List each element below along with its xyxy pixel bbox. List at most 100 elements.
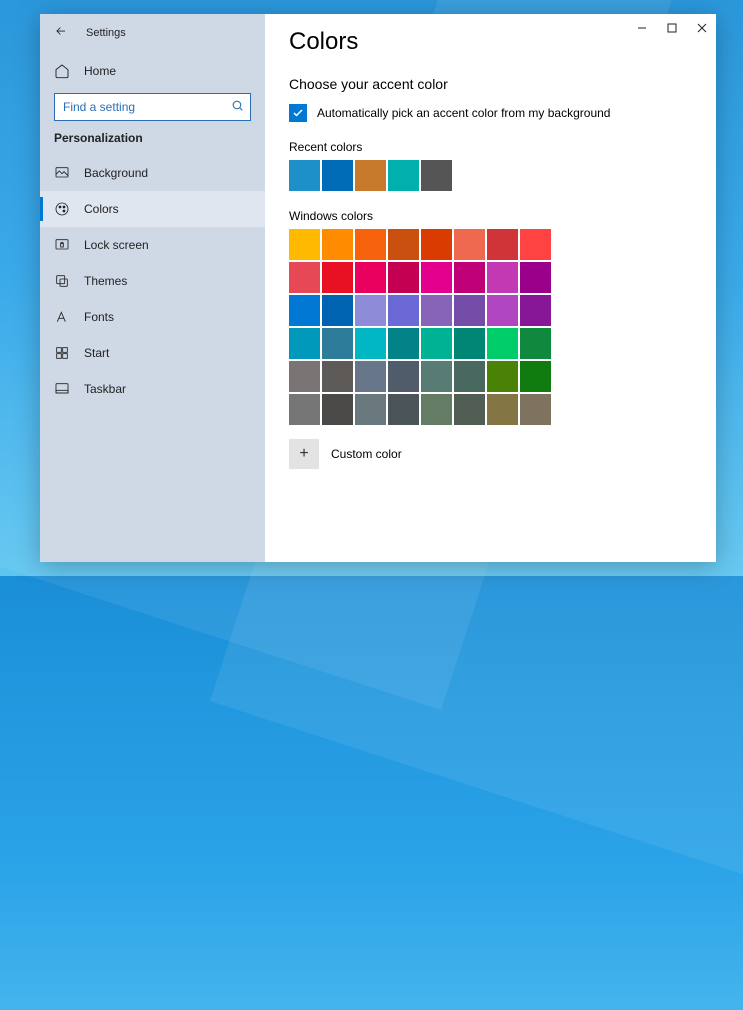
- taskbar-icon: [54, 381, 70, 397]
- color-swatch[interactable]: [520, 394, 551, 425]
- color-swatch[interactable]: [487, 295, 518, 326]
- custom-color-button[interactable]: +: [289, 439, 319, 469]
- color-swatch[interactable]: [388, 394, 419, 425]
- windows-colors-grid: [289, 229, 559, 425]
- color-swatch[interactable]: [520, 361, 551, 392]
- color-swatch[interactable]: [289, 361, 320, 392]
- color-swatch[interactable]: [454, 262, 485, 293]
- color-swatch[interactable]: [454, 361, 485, 392]
- color-swatch[interactable]: [421, 262, 452, 293]
- color-swatch[interactable]: [355, 394, 386, 425]
- color-swatch[interactable]: [388, 295, 419, 326]
- color-swatch[interactable]: [388, 229, 419, 260]
- color-swatch[interactable]: [322, 328, 353, 359]
- themes-icon: [54, 273, 70, 289]
- sidebar-item-label: Start: [84, 346, 109, 360]
- sidebar: Settings Home Personalization Background…: [40, 14, 265, 562]
- windows-colors-label: Windows colors: [289, 209, 696, 223]
- color-swatch[interactable]: [454, 394, 485, 425]
- sidebar-item-label: Background: [84, 166, 148, 180]
- color-swatch[interactable]: [421, 328, 452, 359]
- search-icon: [231, 99, 244, 115]
- color-swatch[interactable]: [355, 361, 386, 392]
- color-swatch[interactable]: [355, 262, 386, 293]
- color-swatch[interactable]: [322, 295, 353, 326]
- search-field[interactable]: [63, 100, 231, 114]
- color-swatch[interactable]: [322, 229, 353, 260]
- color-swatch[interactable]: [355, 295, 386, 326]
- color-swatch[interactable]: [355, 328, 386, 359]
- color-swatch[interactable]: [454, 328, 485, 359]
- color-swatch[interactable]: [421, 229, 452, 260]
- color-swatch[interactable]: [487, 394, 518, 425]
- plus-icon: +: [299, 445, 308, 463]
- color-swatch[interactable]: [388, 262, 419, 293]
- search-input[interactable]: [54, 93, 251, 121]
- color-swatch[interactable]: [322, 361, 353, 392]
- auto-accent-checkbox[interactable]: Automatically pick an accent color from …: [289, 104, 696, 122]
- checkbox-icon: [289, 104, 307, 122]
- color-swatch[interactable]: [487, 229, 518, 260]
- sidebar-item-label: Taskbar: [84, 382, 126, 396]
- color-swatch[interactable]: [289, 229, 320, 260]
- recent-color-swatch[interactable]: [289, 160, 320, 191]
- colors-icon: [54, 201, 70, 217]
- recent-colors-label: Recent colors: [289, 140, 696, 154]
- settings-window: Settings Home Personalization Background…: [40, 14, 716, 562]
- section-header: Personalization: [40, 131, 265, 155]
- color-swatch[interactable]: [520, 229, 551, 260]
- color-swatch[interactable]: [487, 361, 518, 392]
- color-swatch[interactable]: [388, 361, 419, 392]
- checkbox-label: Automatically pick an accent color from …: [317, 106, 610, 120]
- color-swatch[interactable]: [487, 262, 518, 293]
- color-swatch[interactable]: [289, 295, 320, 326]
- sidebar-item-lockscreen[interactable]: Lock screen: [40, 227, 265, 263]
- lockscreen-icon: [54, 237, 70, 253]
- recent-color-swatch[interactable]: [322, 160, 353, 191]
- recent-colors: [289, 160, 696, 191]
- main-panel: Colors Choose your accent color Automati…: [265, 14, 716, 562]
- sidebar-item-background[interactable]: Background: [40, 155, 265, 191]
- sidebar-item-label: Lock screen: [84, 238, 149, 252]
- recent-color-swatch[interactable]: [421, 160, 452, 191]
- recent-color-swatch[interactable]: [355, 160, 386, 191]
- home-icon: [54, 63, 70, 79]
- sidebar-item-label: Fonts: [84, 310, 114, 324]
- sidebar-item-themes[interactable]: Themes: [40, 263, 265, 299]
- color-swatch[interactable]: [388, 328, 419, 359]
- recent-color-swatch[interactable]: [388, 160, 419, 191]
- color-swatch[interactable]: [289, 328, 320, 359]
- color-swatch[interactable]: [454, 295, 485, 326]
- maximize-button[interactable]: [664, 20, 680, 36]
- color-swatch[interactable]: [322, 394, 353, 425]
- color-swatch[interactable]: [322, 262, 353, 293]
- sidebar-item-taskbar[interactable]: Taskbar: [40, 371, 265, 407]
- window-title: Settings: [86, 27, 126, 39]
- accent-subheading: Choose your accent color: [289, 76, 696, 92]
- color-swatch[interactable]: [421, 295, 452, 326]
- sidebar-item-colors[interactable]: Colors: [40, 191, 265, 227]
- close-button[interactable]: [694, 20, 710, 36]
- color-swatch[interactable]: [520, 262, 551, 293]
- color-swatch[interactable]: [487, 328, 518, 359]
- minimize-button[interactable]: [634, 20, 650, 36]
- color-swatch[interactable]: [520, 328, 551, 359]
- custom-color-label: Custom color: [331, 447, 402, 461]
- background-icon: [54, 165, 70, 181]
- home-label: Home: [84, 64, 116, 78]
- color-swatch[interactable]: [289, 394, 320, 425]
- color-swatch[interactable]: [355, 229, 386, 260]
- color-swatch[interactable]: [289, 262, 320, 293]
- color-swatch[interactable]: [454, 229, 485, 260]
- color-swatch[interactable]: [421, 361, 452, 392]
- fonts-icon: [54, 309, 70, 325]
- color-swatch[interactable]: [421, 394, 452, 425]
- back-icon[interactable]: [54, 24, 68, 41]
- color-swatch[interactable]: [520, 295, 551, 326]
- sidebar-item-fonts[interactable]: Fonts: [40, 299, 265, 335]
- sidebar-item-start[interactable]: Start: [40, 335, 265, 371]
- sidebar-item-label: Colors: [84, 202, 119, 216]
- home-button[interactable]: Home: [40, 55, 265, 87]
- start-icon: [54, 345, 70, 361]
- sidebar-item-label: Themes: [84, 274, 127, 288]
